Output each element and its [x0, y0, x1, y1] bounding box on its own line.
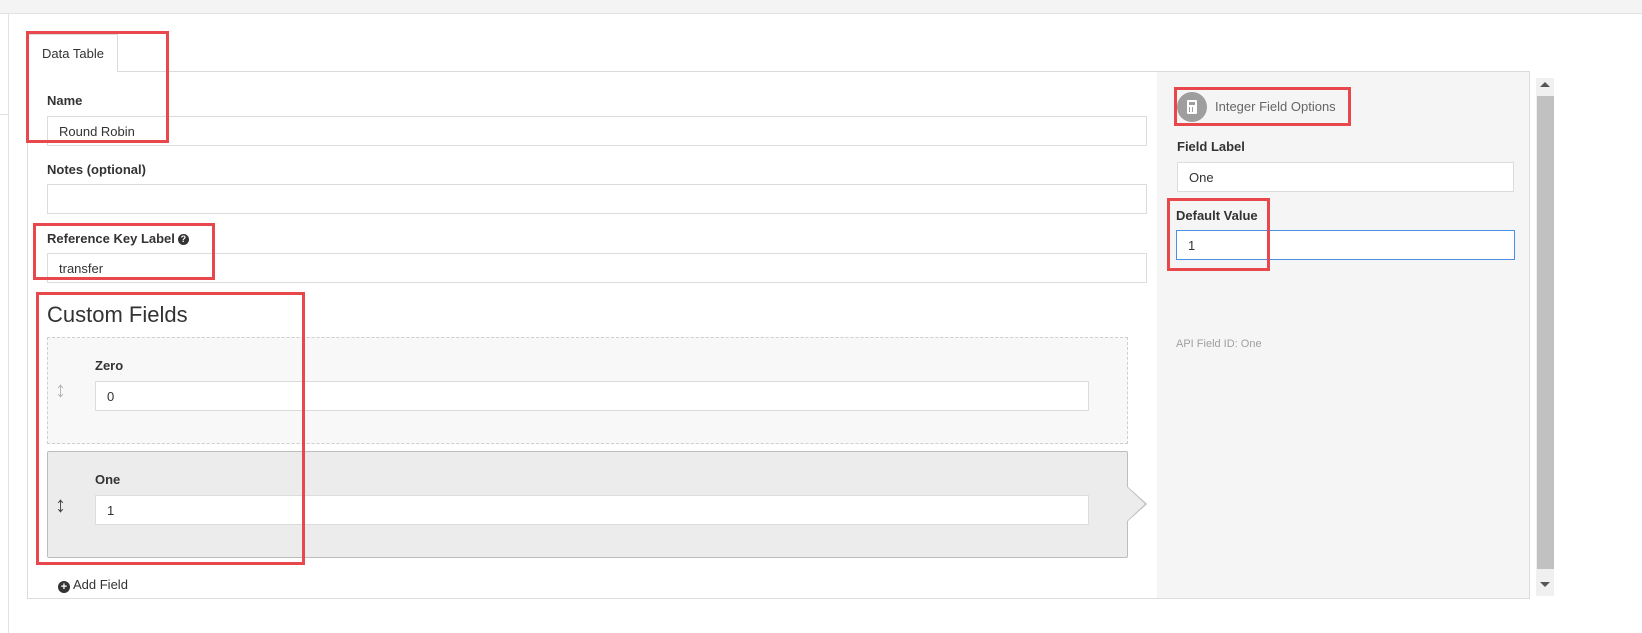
top-bar: [0, 0, 1642, 14]
selected-pointer-fill: [1127, 487, 1145, 521]
scroll-down-button[interactable]: [1536, 578, 1554, 592]
name-input[interactable]: [47, 116, 1147, 146]
help-icon[interactable]: ?: [177, 234, 189, 245]
field-label-label: Field Label: [1177, 139, 1245, 154]
default-value-label: Default Value: [1176, 208, 1258, 223]
drag-handle-icon[interactable]: ↕: [55, 379, 66, 401]
field-label-input[interactable]: [1177, 162, 1514, 192]
name-label: Name: [47, 93, 83, 108]
left-divider: [8, 13, 9, 633]
custom-fields-title: Custom Fields: [47, 302, 188, 327]
custom-field-input-zero[interactable]: [95, 381, 1089, 411]
api-field-id: API Field ID: One: [1176, 338, 1262, 350]
reference-key-input[interactable]: [47, 253, 1147, 283]
arrow-up-icon: [1540, 82, 1550, 87]
tab-data-table[interactable]: Data Table: [28, 34, 118, 72]
reference-key-label: Reference Key Label?: [47, 231, 189, 246]
custom-field-label-one: One: [95, 472, 121, 487]
calculator-icon: [1177, 92, 1207, 122]
drag-handle-icon[interactable]: ↕: [55, 494, 66, 516]
custom-field-label-zero: Zero: [95, 358, 124, 373]
left-nav-segment: [0, 14, 8, 115]
plus-circle-icon: +: [58, 581, 70, 593]
arrow-down-icon: [1540, 582, 1550, 587]
field-options-title: Integer Field Options: [1215, 99, 1336, 114]
custom-field-input-one[interactable]: [95, 495, 1089, 525]
default-value-input[interactable]: [1176, 230, 1515, 260]
notes-label: Notes (optional): [47, 162, 146, 177]
scroll-up-button[interactable]: [1536, 78, 1554, 92]
reference-key-label-text: Reference Key Label: [47, 231, 175, 246]
add-field-button[interactable]: + Add Field: [58, 577, 128, 593]
add-field-label: Add Field: [73, 577, 128, 592]
notes-input[interactable]: [47, 184, 1147, 214]
scrollbar-thumb[interactable]: [1537, 96, 1554, 569]
